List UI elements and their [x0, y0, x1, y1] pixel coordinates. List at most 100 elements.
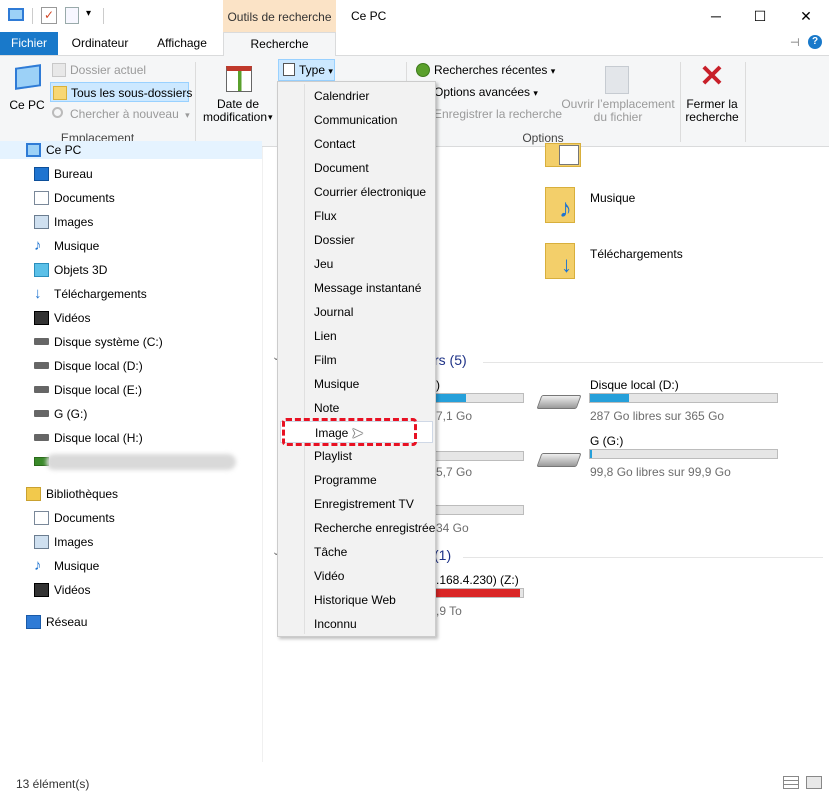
nav-ce-pc[interactable]: Ce PC — [26, 138, 81, 162]
large-icons-view-icon[interactable] — [806, 776, 822, 789]
menu-item-dossier[interactable]: Dossier — [280, 229, 433, 251]
menu-item-courrier-electronique[interactable]: Courrier électronique — [280, 181, 433, 203]
ouvrir-emplacement-button[interactable]: Ouvrir l’emplacement du fichier — [560, 62, 676, 128]
nav-item-label: Bureau — [54, 167, 93, 181]
nav-item-disque-d[interactable]: Disque local (D:) — [34, 354, 143, 378]
menu-item-note[interactable]: Note — [280, 397, 433, 419]
options-avancees-label: Options avancées — [434, 85, 531, 99]
menu-item-calendrier[interactable]: Calendrier — [280, 85, 433, 107]
section-divider — [483, 362, 823, 363]
date-modification-label-2: modification — [202, 110, 268, 124]
menu-item-film[interactable]: Film — [280, 349, 433, 371]
menu-item-playlist[interactable]: Playlist — [280, 445, 433, 467]
menu-item-programme[interactable]: Programme — [280, 469, 433, 491]
nav-reseau[interactable]: Réseau — [26, 610, 87, 634]
nav-bibliotheques[interactable]: Bibliothèques — [26, 482, 118, 506]
drive-tile-d[interactable]: Disque local (D:) 287 Go libres sur 365 … — [535, 377, 795, 423]
nav-item-videos[interactable]: Vidéos — [34, 306, 90, 330]
tab-fichier[interactable]: Fichier — [0, 32, 58, 55]
desktop-icon — [34, 167, 49, 181]
fermer-recherche-button[interactable]: ✕ Fermer la recherche — [682, 60, 742, 128]
nav-item-disque-h[interactable]: Disque local (H:) — [34, 426, 143, 450]
computer-icon — [15, 64, 41, 90]
details-view-icon[interactable] — [783, 776, 799, 789]
nav-item-label: Disque local (H:) — [54, 431, 143, 445]
nav-item-telechargements[interactable]: ↓ Téléchargements — [34, 282, 147, 306]
properties-icon[interactable]: ✓ — [41, 7, 57, 24]
menu-item-lien[interactable]: Lien — [280, 325, 433, 347]
tab-recherche[interactable]: Recherche — [223, 32, 336, 56]
drive-tile-g[interactable]: G (G:) 99,8 Go libres sur 99,9 Go — [535, 433, 795, 479]
menu-item-video[interactable]: Vidéo — [280, 565, 433, 587]
section-header-network[interactable]: (1) — [434, 547, 451, 563]
capacity-bar — [589, 393, 778, 403]
document-sheet-icon — [559, 145, 579, 165]
drive-tile-z[interactable]: .168.4.230) (Z:) ,9 To — [435, 572, 555, 618]
new-folder-icon[interactable] — [65, 7, 79, 24]
nav-item-bureau[interactable]: Bureau — [34, 162, 93, 186]
nav-lib-documents[interactable]: Documents — [34, 506, 115, 530]
help-icon[interactable]: ? — [808, 35, 822, 49]
close-button[interactable]: ✕ — [783, 0, 829, 32]
computer-icon — [8, 8, 24, 21]
ce-pc-label: Ce PC — [9, 98, 45, 112]
dossier-actuel-button[interactable]: Dossier actuel — [50, 60, 190, 80]
nav-item-objets-3d[interactable]: Objets 3D — [34, 258, 107, 282]
nav-item-label: Documents — [54, 191, 115, 205]
menu-item-communication[interactable]: Communication — [280, 109, 433, 131]
menu-item-journal[interactable]: Journal — [280, 301, 433, 323]
drive-icon — [34, 386, 49, 393]
videos-icon — [34, 311, 49, 325]
menu-item-inconnu[interactable]: Inconnu — [280, 613, 433, 635]
ce-pc-button[interactable]: Ce PC — [7, 62, 47, 126]
tab-ordinateur[interactable]: Ordinateur — [58, 32, 142, 55]
drive-tile[interactable]: 34 Go — [435, 489, 535, 535]
menu-item-historique-web[interactable]: Historique Web — [280, 589, 433, 611]
drive-tile[interactable]: 5,7 Go — [435, 435, 535, 481]
nav-item-musique[interactable]: ♪ Musique — [34, 234, 99, 258]
tous-sous-dossiers-button[interactable]: Tous les sous-dossiers — [50, 82, 192, 102]
menu-item-document[interactable]: Document — [280, 157, 433, 179]
nav-item-label: Images — [54, 215, 94, 229]
menu-item-tache[interactable]: Tâche — [280, 541, 433, 563]
menu-item-musique[interactable]: Musique — [280, 373, 433, 395]
network-icon — [26, 615, 41, 629]
menu-item-jeu[interactable]: Jeu — [280, 253, 433, 275]
pictures-icon — [34, 215, 49, 229]
pin-ribbon-icon[interactable]: ⊣ — [790, 36, 800, 49]
recherches-recentes-button[interactable]: Recherches récentes ▾ — [414, 60, 559, 80]
menu-item-enregistrement-tv[interactable]: Enregistrement TV — [280, 493, 433, 515]
status-bar: 13 élément(s) — [0, 762, 829, 796]
nav-item-documents[interactable]: Documents — [34, 186, 115, 210]
drive-tile[interactable]: ) 7,1 Go — [435, 377, 535, 423]
folder-musique[interactable]: ♪ Musique — [543, 183, 743, 227]
nav-item-images[interactable]: Images — [34, 210, 94, 234]
menu-item-flux[interactable]: Flux — [280, 205, 433, 227]
nav-item-g[interactable]: G (G:) — [34, 402, 87, 426]
drive-free: 7,1 Go — [436, 409, 473, 423]
maximize-button[interactable]: ☐ — [737, 0, 783, 32]
menu-item-contact[interactable]: Contact — [280, 133, 433, 155]
customize-quick-access-icon[interactable]: ▾ — [86, 8, 91, 19]
nav-item-label: Disque local (E:) — [54, 383, 143, 397]
date-modification-button[interactable]: Date de modification ▾ — [199, 62, 277, 128]
type-button[interactable]: Type ▾ — [278, 59, 335, 81]
nav-lib-musique[interactable]: ♪ Musique — [34, 554, 100, 578]
menu-item-message-instantane[interactable]: Message instantané — [280, 277, 433, 299]
tab-affichage[interactable]: Affichage — [142, 32, 222, 55]
navigation-pane: Ce PC Bureau Documents Images ♪ Musique O… — [0, 141, 262, 762]
nav-item-label: Musique — [54, 559, 100, 573]
folder-telechargements[interactable]: ↓ Téléchargements — [543, 239, 743, 283]
nav-item-disque-c[interactable]: Disque système (C:) — [34, 330, 163, 354]
drive-icon — [34, 434, 49, 441]
section-header-drives[interactable]: rs (5) — [434, 352, 467, 368]
minimize-button[interactable]: ─ — [693, 0, 739, 32]
chevron-down-icon: ▾ — [185, 110, 190, 120]
nav-item-disque-e[interactable]: Disque local (E:) — [34, 378, 143, 402]
nav-lib-images[interactable]: Images — [34, 530, 93, 554]
menu-item-recherche-enregistree[interactable]: Recherche enregistrée — [280, 517, 435, 539]
chercher-nouveau-button[interactable]: Chercher à nouveau ▾ — [50, 104, 190, 124]
folder-label: Téléchargements — [590, 247, 683, 261]
nav-lib-videos[interactable]: Vidéos — [34, 578, 90, 602]
chevron-down-icon: ▾ — [328, 66, 333, 76]
